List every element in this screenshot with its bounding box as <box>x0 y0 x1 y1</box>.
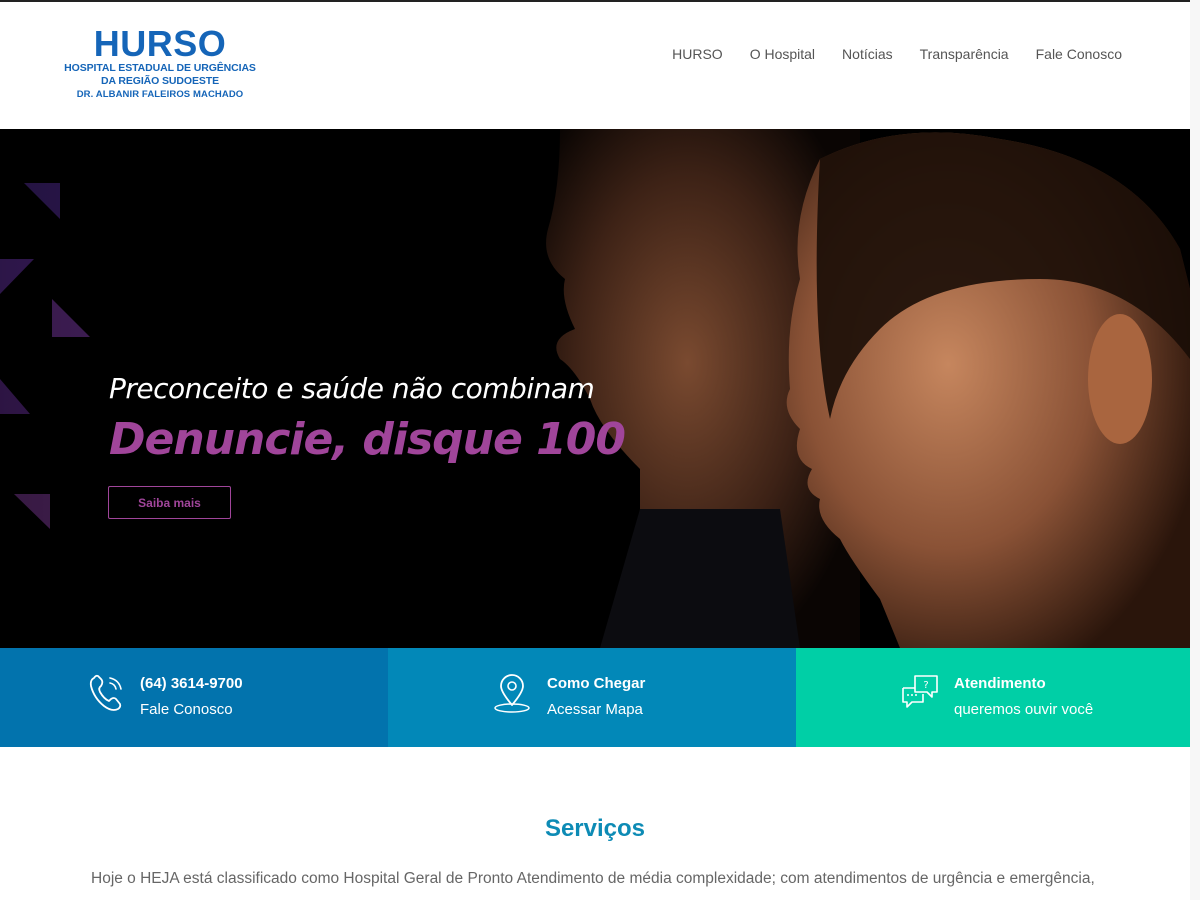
logo-name: HURSO <box>93 23 227 64</box>
page-scrollbar[interactable] <box>1190 0 1200 900</box>
hurso-logo[interactable]: HURSO HOSPITAL ESTADUAL DE URGÊNCIAS DA … <box>62 26 258 102</box>
nav-item-hurso[interactable]: HURSO <box>672 46 723 62</box>
logo-line-2: DA REGIÃO SUDOESTE <box>101 75 219 87</box>
info-directions-title: Como Chegar <box>547 675 646 692</box>
map-pin-icon <box>494 674 530 713</box>
hero-banner: Preconceito e saúde não combinam Denunci… <box>0 129 1190 648</box>
main-nav: HURSO O Hospital Notícias Transparência … <box>645 46 1122 62</box>
services-description: Hoje o HEJA está classificado como Hospi… <box>91 870 1095 887</box>
logo-line-1: HOSPITAL ESTADUAL DE URGÊNCIAS <box>64 62 256 74</box>
info-service[interactable]: ? Atendimento queremos ouvir você <box>796 648 1190 747</box>
hero-subtitle: Preconceito e saúde não combinam <box>109 372 595 405</box>
nav-item-transparencia[interactable]: Transparência <box>920 46 1009 62</box>
nav-item-o-hospital[interactable]: O Hospital <box>750 46 815 62</box>
nav-item-noticias[interactable]: Notícias <box>842 46 893 62</box>
info-phone-label: Fale Conosco <box>140 701 233 718</box>
saiba-mais-button[interactable]: Saiba mais <box>108 486 231 519</box>
info-phone-number: (64) 3614-9700 <box>140 675 243 692</box>
info-service-title: Atendimento <box>954 675 1046 692</box>
site-header: HURSO HOSPITAL ESTADUAL DE URGÊNCIAS DA … <box>0 2 1200 129</box>
info-phone[interactable]: (64) 3614-9700 Fale Conosco <box>0 648 388 747</box>
logo-line-3: DR. ALBANIR FALEIROS MACHADO <box>76 89 244 100</box>
chat-bubbles-icon: ? <box>902 675 938 708</box>
nav-item-fale-conosco[interactable]: Fale Conosco <box>1036 46 1122 62</box>
services-title: Serviços <box>544 815 646 842</box>
info-service-label: queremos ouvir você <box>954 701 1094 718</box>
info-bar: (64) 3614-9700 Fale Conosco Como Chegar … <box>0 648 1190 747</box>
info-directions-label: Acessar Mapa <box>547 701 643 718</box>
hero-title: Denuncie, disque 100 <box>109 414 626 465</box>
phone-icon <box>89 674 122 711</box>
info-directions[interactable]: Como Chegar Acessar Mapa <box>388 648 796 747</box>
svg-text:?: ? <box>923 680 928 691</box>
